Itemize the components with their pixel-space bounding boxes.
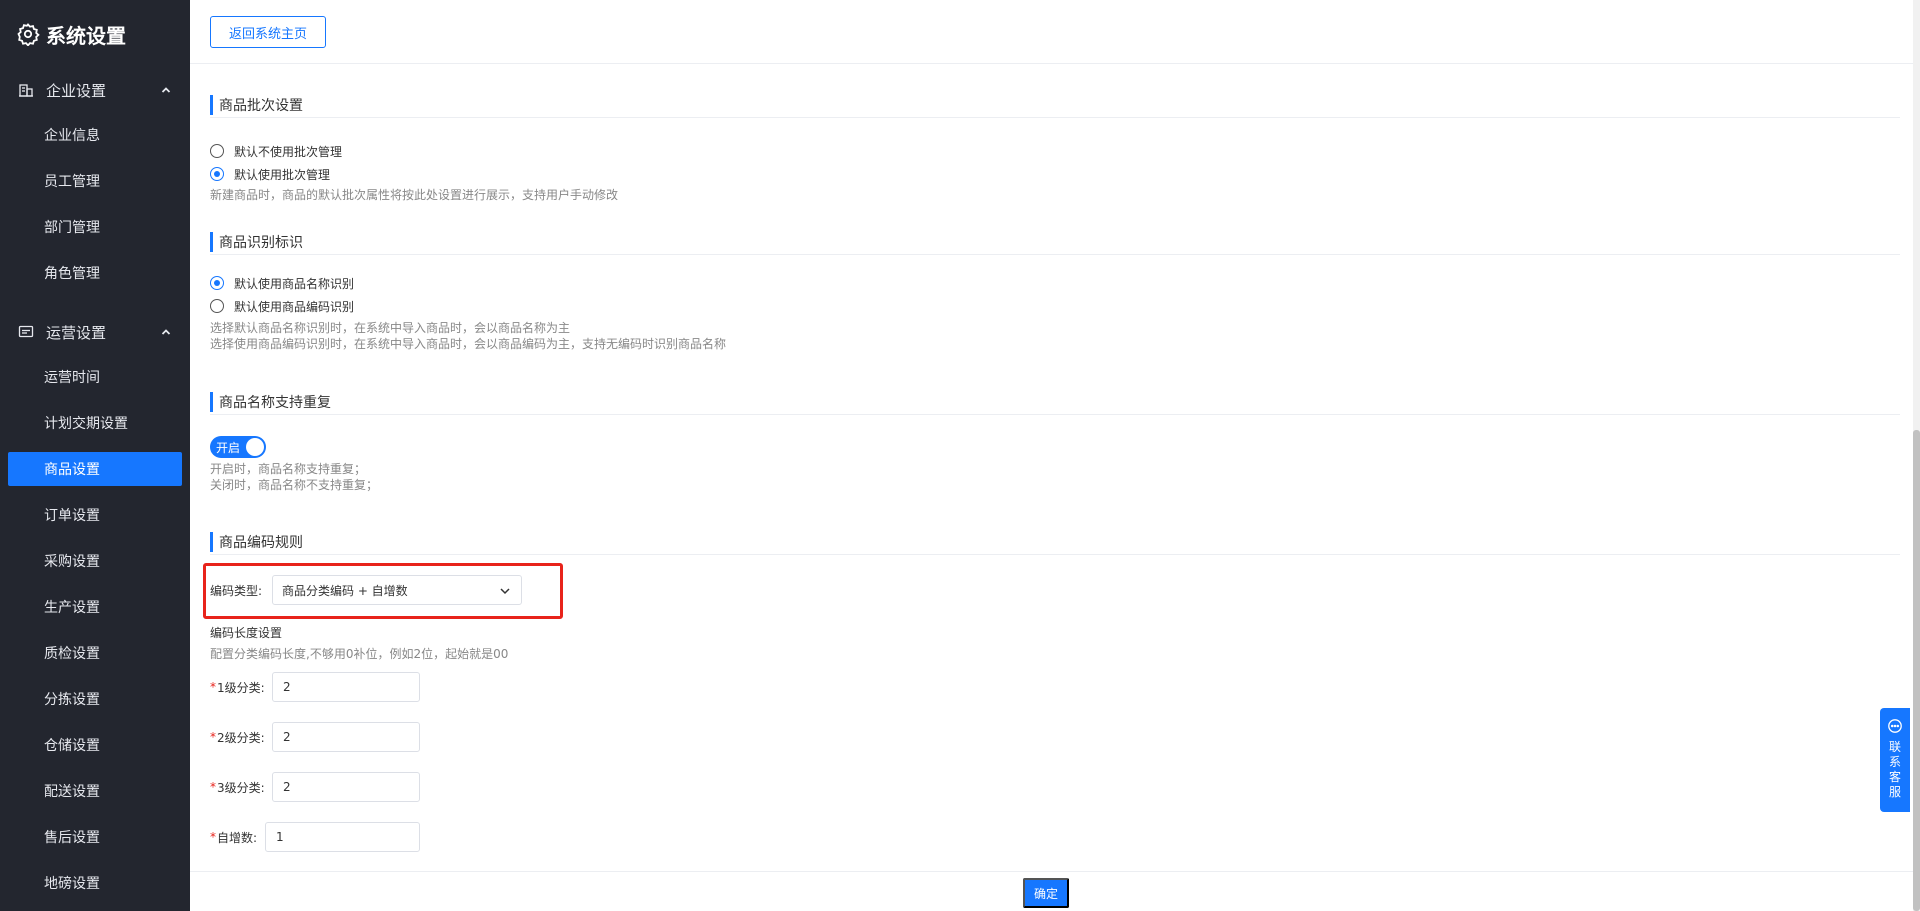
input-value: 2 — [283, 680, 291, 694]
monitor-icon — [18, 325, 34, 338]
radio-label: 默认不使用批次管理 — [234, 144, 343, 159]
increment-length-input[interactable]: 1 — [265, 822, 420, 852]
code-type-select[interactable]: 商品分类编码 + 自增数 — [272, 575, 522, 605]
sidebar-title: 系统设置 — [16, 18, 126, 50]
sidebar-item-purchase[interactable]: 采购设置 — [8, 544, 182, 578]
radio-use-batch[interactable]: 默认使用批次管理 — [210, 165, 330, 183]
customer-service-button[interactable]: 联系客服 — [1880, 708, 1910, 812]
scrollbar-track[interactable] — [1913, 0, 1920, 911]
level2-length-input[interactable]: 2 — [272, 722, 420, 752]
required-mark: * — [210, 730, 216, 744]
sidebar-item-staff[interactable]: 员工管理 — [8, 164, 182, 198]
sidebar-item-delivery[interactable]: 配送设置 — [8, 774, 182, 808]
level1-label: * 1级分类: — [210, 677, 265, 697]
field-label-text: 1级分类: — [217, 680, 265, 695]
sidebar-group-enterprise[interactable]: 企业设置 — [0, 70, 190, 110]
radio-circle[interactable] — [210, 299, 224, 313]
duplicate-hint-1: 开启时，商品名称支持重复； — [210, 462, 367, 476]
required-mark: * — [210, 680, 216, 694]
increment-label: * 自增数: — [210, 827, 257, 847]
footer-bar: 确定 — [190, 871, 1913, 911]
radio-identify-by-code[interactable]: 默认使用商品编码识别 — [210, 297, 354, 315]
sidebar-item-delivery-plan[interactable]: 计划交期设置 — [8, 406, 182, 440]
level1-length-input[interactable]: 2 — [272, 672, 420, 702]
identify-hint-2: 选择使用商品编码识别时，在系统中导入商品时，会以商品编码为主，支持无编码时识别商… — [210, 337, 727, 351]
gear-icon — [17, 23, 40, 46]
switch-label: 开启 — [216, 440, 241, 455]
code-type-label: 编码类型: — [210, 583, 263, 598]
sidebar-item-department[interactable]: 部门管理 — [8, 210, 182, 244]
input-value: 2 — [283, 780, 291, 794]
radio-circle-selected[interactable] — [210, 167, 224, 181]
duplicate-hint-2: 关闭时，商品名称不支持重复； — [210, 478, 379, 492]
required-mark: * — [210, 780, 216, 794]
section-title-code-rule: 商品编码规则 — [210, 532, 303, 552]
input-value: 2 — [283, 730, 291, 744]
divider — [210, 414, 1900, 415]
sidebar-item-product-settings[interactable]: 商品设置 — [8, 452, 182, 486]
identify-hint-1: 选择默认商品名称识别时，在系统中导入商品时，会以商品名称为主 — [210, 321, 571, 335]
switch-knob — [246, 438, 264, 456]
top-bar: 返回系统主页 — [190, 0, 1913, 64]
chevron-down-icon — [500, 588, 510, 595]
back-to-home-button[interactable]: 返回系统主页 — [210, 16, 326, 48]
divider — [210, 117, 1900, 118]
code-length-hint: 配置分类编码长度,不够用0补位，例如2位，起始就是00 — [210, 647, 509, 661]
divider — [210, 254, 1900, 255]
sidebar-group-label: 企业设置 — [46, 81, 107, 100]
chat-icon — [1888, 719, 1902, 733]
section-title-batch: 商品批次设置 — [210, 95, 303, 115]
sidebar-item-enterprise-info[interactable]: 企业信息 — [8, 118, 182, 152]
confirm-button[interactable]: 确定 — [1023, 878, 1069, 908]
code-length-title: 编码长度设置 — [210, 625, 283, 640]
divider — [210, 554, 1900, 555]
sidebar-group-operation[interactable]: 运营设置 — [0, 312, 190, 352]
sidebar-item-storage[interactable]: 仓储设置 — [8, 728, 182, 762]
sidebar-item-aftersale[interactable]: 售后设置 — [8, 820, 182, 854]
radio-label: 默认使用商品名称识别 — [234, 276, 355, 291]
level3-length-input[interactable]: 2 — [272, 772, 420, 802]
batch-hint: 新建商品时，商品的默认批次属性将按此处设置进行展示，支持用户手动修改 — [210, 188, 619, 202]
section-title-identify: 商品识别标识 — [210, 232, 303, 252]
chevron-up-icon — [161, 329, 171, 335]
level2-label: * 2级分类: — [210, 727, 265, 747]
customer-service-label: 联系客服 — [1888, 740, 1901, 799]
select-value: 商品分类编码 + 自增数 — [282, 583, 408, 598]
building-icon — [19, 84, 33, 97]
level3-label: * 3级分类: — [210, 777, 265, 797]
section-title-duplicate: 商品名称支持重复 — [210, 392, 331, 412]
sidebar-item-order[interactable]: 订单设置 — [8, 498, 182, 532]
radio-circle[interactable] — [210, 144, 224, 158]
radio-identify-by-name[interactable]: 默认使用商品名称识别 — [210, 274, 354, 292]
sidebar-title-text: 系统设置 — [46, 23, 126, 48]
sidebar-item-weighbridge[interactable]: 地磅设置 — [8, 866, 182, 900]
input-value: 1 — [276, 830, 284, 844]
sidebar-item-roles[interactable]: 角色管理 — [8, 256, 182, 290]
main-content: 返回系统主页 商品批次设置 默认不使用批次管理 默认使用批次管理 新建商品时，商… — [190, 0, 1913, 911]
sidebar-item-sorting[interactable]: 分拣设置 — [8, 682, 182, 716]
sidebar-group-label: 运营设置 — [46, 323, 107, 342]
field-label-text: 2级分类: — [217, 730, 265, 745]
scrollbar-thumb[interactable] — [1913, 430, 1920, 911]
field-label-text: 3级分类: — [217, 780, 265, 795]
sidebar: 系统设置 企业设置 企业信息 员工管理 部门管理 角色管理 运营设置 运营时间 … — [0, 0, 190, 911]
radio-label: 默认使用批次管理 — [234, 167, 331, 182]
radio-label: 默认使用商品编码识别 — [234, 299, 355, 314]
field-label-text: 自增数: — [217, 830, 258, 845]
sidebar-item-production[interactable]: 生产设置 — [8, 590, 182, 624]
radio-circle-selected[interactable] — [210, 276, 224, 290]
sidebar-item-quality[interactable]: 质检设置 — [8, 636, 182, 670]
sidebar-item-operation-time[interactable]: 运营时间 — [8, 360, 182, 394]
radio-no-batch[interactable]: 默认不使用批次管理 — [210, 142, 342, 160]
required-mark: * — [210, 830, 216, 844]
duplicate-name-switch[interactable]: 开启 — [210, 436, 266, 458]
chevron-up-icon — [161, 87, 171, 93]
